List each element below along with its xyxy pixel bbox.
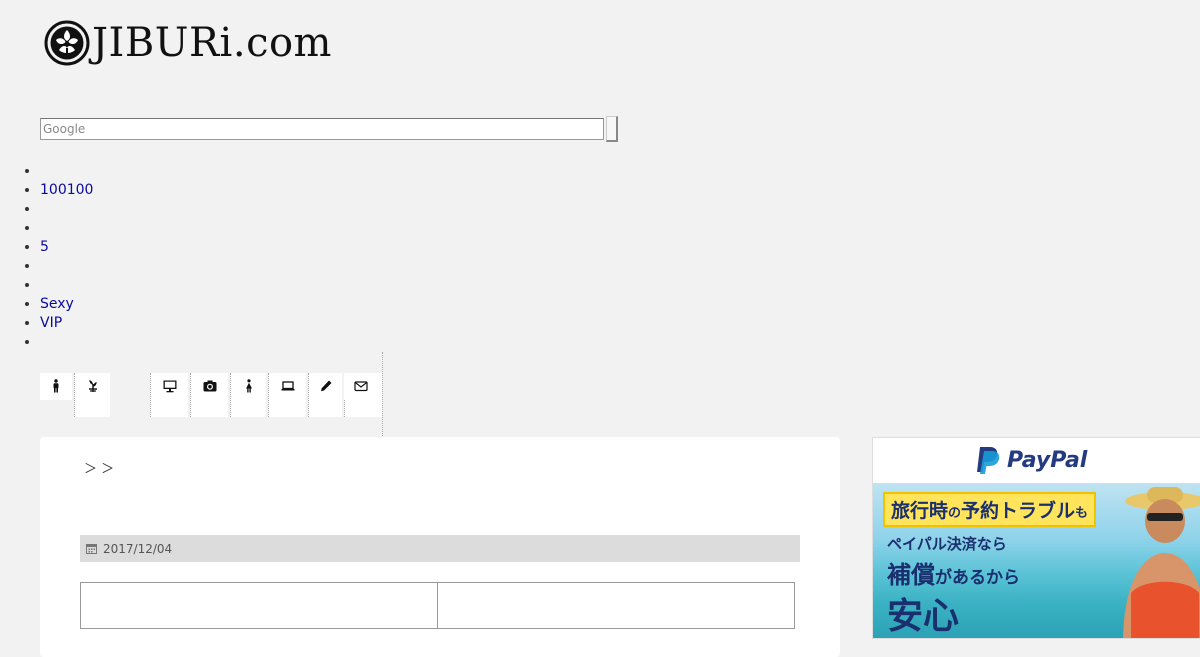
ad-headline-part: の xyxy=(948,506,962,521)
category-monitor-button[interactable] xyxy=(150,373,188,417)
article-card: ＞ ＞ 2017/12/04 xyxy=(40,437,840,657)
envelope-icon xyxy=(354,381,368,392)
ad-tagline: 安心 xyxy=(887,596,960,637)
camera-icon xyxy=(203,380,216,392)
ad-subline-part: 補償 xyxy=(887,561,935,589)
table-cell xyxy=(437,582,795,629)
nav-item[interactable] xyxy=(40,219,93,238)
nav-item[interactable]: VIP xyxy=(40,314,93,333)
man-icon xyxy=(53,379,59,393)
paypal-logo-icon xyxy=(977,447,1000,474)
nav-item[interactable] xyxy=(40,276,93,295)
nav-item[interactable]: Sexy xyxy=(40,295,93,314)
category-camera-button[interactable] xyxy=(190,373,228,417)
site-logo[interactable]: JIBURi.com xyxy=(44,20,332,66)
nav-item[interactable]: 5 xyxy=(40,238,93,257)
table-row xyxy=(80,582,795,629)
search-button[interactable] xyxy=(606,116,618,142)
post-date: 2017/12/04 xyxy=(103,541,173,556)
info-table xyxy=(80,582,795,629)
nav-link[interactable]: VIP xyxy=(40,315,62,331)
category-nav: 100100 5 Sexy VIP xyxy=(0,162,93,352)
nav-item[interactable]: 100100 xyxy=(40,181,93,200)
monitor-icon xyxy=(163,380,176,393)
nav-link[interactable]: 5 xyxy=(40,239,49,255)
breadcrumb[interactable]: ＞ ＞ xyxy=(84,458,114,477)
ad-headline-part: も xyxy=(1075,506,1089,521)
nav-item[interactable] xyxy=(40,200,93,219)
category-icon-bar xyxy=(40,352,383,436)
pencil-icon xyxy=(320,380,331,392)
paypal-ad-banner[interactable]: PayPal 旅行時の予約トラブルも ペイパル決済なら 補償があるから 安心 xyxy=(872,437,1200,639)
laptop-icon xyxy=(281,381,294,391)
ad-headline-part: 旅行時 xyxy=(891,500,949,522)
ad-subline: ペイパル決済なら xyxy=(887,535,1007,553)
category-laptop-button[interactable] xyxy=(268,373,306,417)
nav-item[interactable] xyxy=(40,257,93,276)
category-mail-button[interactable] xyxy=(344,373,378,400)
ad-headline: 旅行時の予約トラブルも xyxy=(883,492,1097,527)
woman-icon xyxy=(245,379,252,393)
traveler-illustration-icon xyxy=(1123,487,1200,638)
calendar-icon xyxy=(86,544,97,554)
ad-logo: PayPal xyxy=(873,438,1200,482)
table-cell xyxy=(80,582,438,629)
ad-subline-part: があるから xyxy=(935,568,1020,588)
ad-subline: 補償があるから xyxy=(887,555,1020,590)
plant-icon xyxy=(88,380,97,392)
flower-crest-icon xyxy=(44,20,90,66)
nav-link[interactable]: 100100 xyxy=(40,182,93,198)
category-plant-button[interactable] xyxy=(74,373,110,417)
category-woman-button[interactable] xyxy=(230,373,266,417)
post-date-bar: 2017/12/04 xyxy=(80,535,800,562)
ad-brand: PayPal xyxy=(1007,447,1088,473)
search-form xyxy=(40,116,618,142)
nav-item[interactable] xyxy=(40,162,93,181)
site-name: JIBURi.com xyxy=(92,20,332,66)
category-man-button[interactable] xyxy=(40,373,72,400)
ad-image: 旅行時の予約トラブルも ペイパル決済なら 補償があるから 安心 xyxy=(873,483,1200,638)
category-pencil-button[interactable] xyxy=(308,373,342,417)
search-input[interactable] xyxy=(40,118,604,140)
nav-item[interactable] xyxy=(40,333,93,352)
ad-headline-part: 予約トラブル xyxy=(961,500,1076,522)
nav-link[interactable]: Sexy xyxy=(40,296,74,312)
